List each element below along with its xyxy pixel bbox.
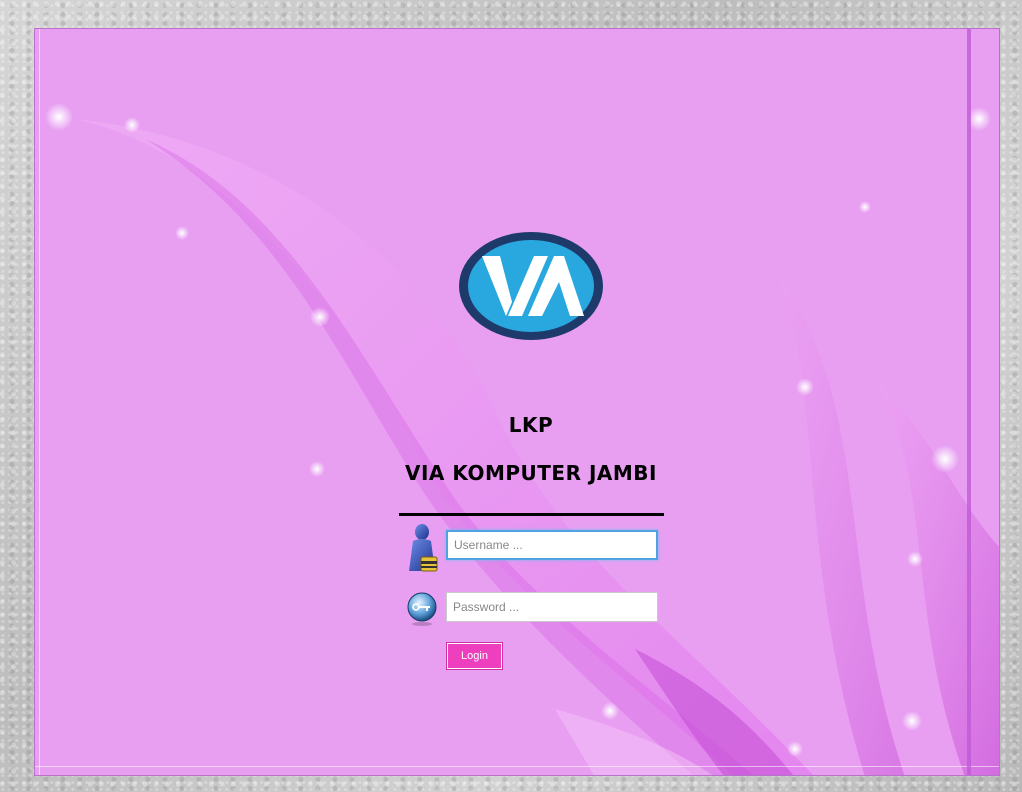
frame-bottom-line xyxy=(35,766,999,767)
background-decoration xyxy=(45,103,999,775)
frame-right-bar xyxy=(967,29,971,775)
user-icon xyxy=(409,524,438,572)
password-input[interactable] xyxy=(446,592,658,622)
login-panel: LKP VIA KOMPUTER JAMBI Login xyxy=(34,28,1000,776)
title-institution: VIA KOMPUTER JAMBI xyxy=(405,461,657,485)
username-input[interactable] xyxy=(446,530,658,560)
title-lkp: LKP xyxy=(508,413,554,437)
key-icon xyxy=(407,592,437,626)
title-divider xyxy=(399,513,664,516)
login-button[interactable]: Login xyxy=(446,642,503,670)
via-logo xyxy=(459,232,603,340)
frame-inner-line xyxy=(39,29,40,775)
